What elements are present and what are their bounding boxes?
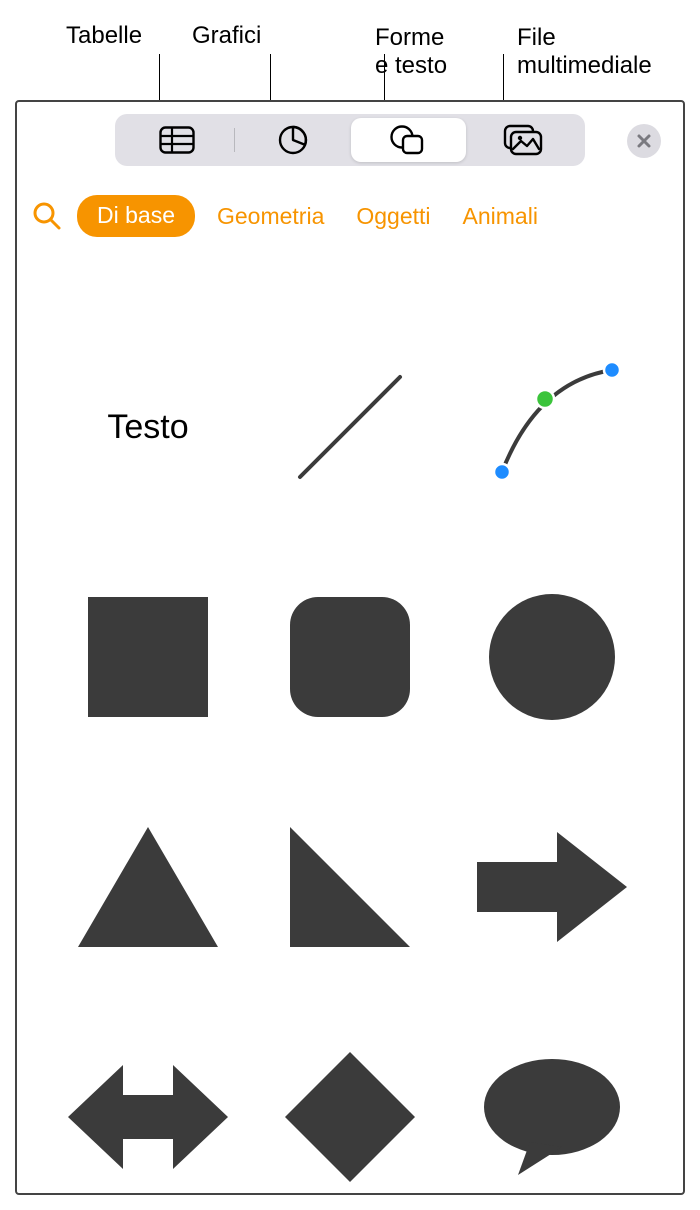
insert-panel: Di base Geometria Oggetti Animali Testo xyxy=(15,100,685,1195)
shape-circle[interactable] xyxy=(472,577,632,737)
category-label: Geometria xyxy=(217,203,324,229)
gallery-icon xyxy=(503,124,543,156)
shape-arrow-right[interactable] xyxy=(472,807,632,967)
callout-charts: Grafici xyxy=(192,22,261,50)
shape-text-label: Testo xyxy=(107,408,188,447)
arrow-horizontal-icon xyxy=(68,1057,228,1177)
shape-curve[interactable] xyxy=(472,347,632,507)
shapes-icon xyxy=(389,124,427,156)
category-animali[interactable]: Animali xyxy=(453,203,548,230)
callout-shapes: Forme e testo xyxy=(375,0,447,108)
category-oggetti[interactable]: Oggetti xyxy=(346,203,440,230)
shape-text[interactable]: Testo xyxy=(68,347,228,507)
shape-rounded-square[interactable] xyxy=(270,577,430,737)
table-icon xyxy=(159,126,195,154)
search-button[interactable] xyxy=(29,198,65,234)
speech-bubble-icon xyxy=(482,1057,622,1177)
shape-right-triangle[interactable] xyxy=(270,807,430,967)
shape-speech-bubble[interactable] xyxy=(472,1037,632,1195)
search-icon xyxy=(32,201,62,231)
shape-square[interactable] xyxy=(68,577,228,737)
diamond-icon xyxy=(285,1052,415,1182)
right-triangle-icon xyxy=(290,827,410,947)
category-active-label: Di base xyxy=(97,202,175,228)
segmented-toolbar xyxy=(17,102,683,177)
segmented-control xyxy=(115,114,585,166)
tab-charts[interactable] xyxy=(235,118,350,162)
category-active[interactable]: Di base xyxy=(77,195,195,237)
shape-arrow-horizontal[interactable] xyxy=(68,1037,228,1195)
triangle-icon xyxy=(78,827,218,947)
category-label: Animali xyxy=(463,203,538,229)
tab-media[interactable] xyxy=(466,118,581,162)
callout-tables: Tabelle xyxy=(66,22,142,50)
callout-charts-text: Grafici xyxy=(192,22,261,49)
square-icon xyxy=(88,597,208,717)
callout-media: File multimediale xyxy=(517,0,652,108)
callout-shapes-text: Forme e testo xyxy=(375,24,447,79)
close-button[interactable] xyxy=(627,124,661,158)
arrow-right-icon xyxy=(477,827,627,947)
category-geometria[interactable]: Geometria xyxy=(207,203,334,230)
curve-icon xyxy=(477,352,627,502)
tab-shapes[interactable] xyxy=(351,118,466,162)
line-icon xyxy=(285,362,415,492)
tab-tables[interactable] xyxy=(119,118,234,162)
circle-icon xyxy=(489,594,615,720)
shape-triangle[interactable] xyxy=(68,807,228,967)
rounded-square-icon xyxy=(290,597,410,717)
shapes-grid: Testo xyxy=(17,287,683,1193)
shape-diamond[interactable] xyxy=(270,1037,430,1195)
pie-chart-icon xyxy=(277,124,309,156)
shape-line[interactable] xyxy=(270,347,430,507)
close-icon xyxy=(636,133,652,149)
category-label: Oggetti xyxy=(356,203,430,229)
callout-media-text: File multimediale xyxy=(517,24,652,79)
category-bar: Di base Geometria Oggetti Animali xyxy=(17,192,683,240)
callout-tables-text: Tabelle xyxy=(66,22,142,49)
